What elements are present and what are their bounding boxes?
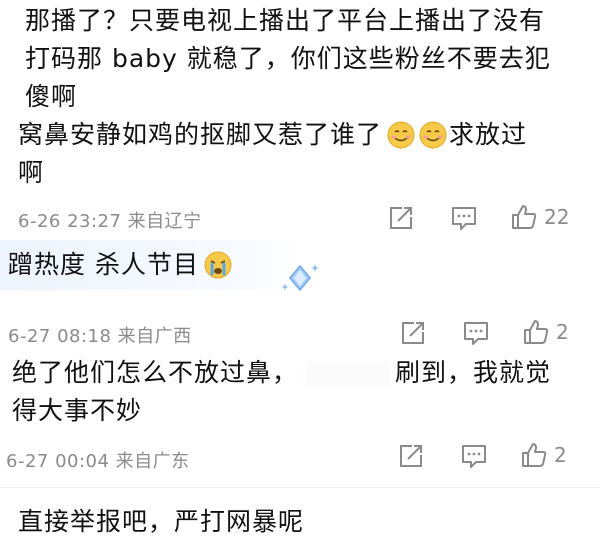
comment-3-comment-button[interactable] (460, 443, 488, 469)
comment-3-line-2: 得大事不妙 (12, 396, 143, 425)
comment-3-line-1-b: 刷到，我就觉 (395, 358, 552, 387)
smiling-face-emoji (419, 121, 447, 149)
crying-face-emoji (204, 251, 232, 279)
comment-1-timestamp-location: 6-26 23:27 来自辽宁 (18, 211, 202, 232)
comment-2-like-count: 2 (556, 320, 569, 344)
smiling-face-emoji (387, 121, 415, 149)
comment-1-like-button[interactable]: 22 (510, 203, 569, 231)
share-icon (402, 322, 424, 344)
redacted-region (305, 362, 390, 388)
thumbs-up-icon (524, 320, 549, 344)
comment-icon (462, 445, 486, 468)
comment-2-share-button[interactable] (400, 320, 426, 346)
comment-1-reply-line-1: 窝鼻安静如鸡的抠脚又惹了谁了 求放过 (18, 118, 527, 152)
comment-1-line-2: 打码那 baby 就稳了，你们这些粉丝不要去犯 (25, 44, 551, 73)
comment-3-timestamp-location: 6-27 00:04 来自广东 (6, 451, 190, 472)
comment-icon (464, 322, 488, 345)
comment-3-like-button[interactable]: 2 (520, 441, 567, 469)
thumbs-up-icon (522, 443, 547, 467)
thumbs-up-icon (512, 205, 537, 229)
comment-1-share-button[interactable] (388, 205, 414, 231)
comment-4-text: 直接举报吧，严打网暴呢 (18, 507, 305, 536)
comment-1-line-1: 那播了？只要电视上播出了平台上播出了没有 (25, 6, 546, 35)
comment-3-like-count: 2 (554, 443, 567, 467)
comment-1-line-3: 傻啊 (25, 82, 78, 111)
section-divider (0, 487, 600, 488)
comment-2-comment-button[interactable] (462, 320, 490, 346)
comment-1-reply-text-b: 求放过 (449, 120, 528, 149)
comment-icon (452, 207, 476, 230)
comment-1-reply-line-2: 啊 (18, 158, 45, 187)
comment-3-line-1-a: 绝了他们怎么不放过鼻， (12, 358, 299, 387)
comment-2-timestamp-location: 6-27 08:18 来自广西 (8, 326, 192, 347)
share-icon (390, 207, 412, 229)
comment-1-reply-text-a: 窝鼻安静如鸡的抠脚又惹了谁了 (18, 120, 383, 149)
comment-1-like-count: 22 (544, 205, 570, 229)
comment-2-text-row: 蹭热度 杀人节目 (8, 248, 234, 282)
comment-3-share-button[interactable] (398, 443, 424, 469)
sparkle-diamond-icon (282, 264, 319, 292)
share-icon (400, 445, 422, 467)
comment-2-like-button[interactable]: 2 (522, 318, 569, 346)
comment-1-comment-button[interactable] (450, 205, 478, 231)
comment-2-text: 蹭热度 杀人节目 (8, 250, 199, 279)
